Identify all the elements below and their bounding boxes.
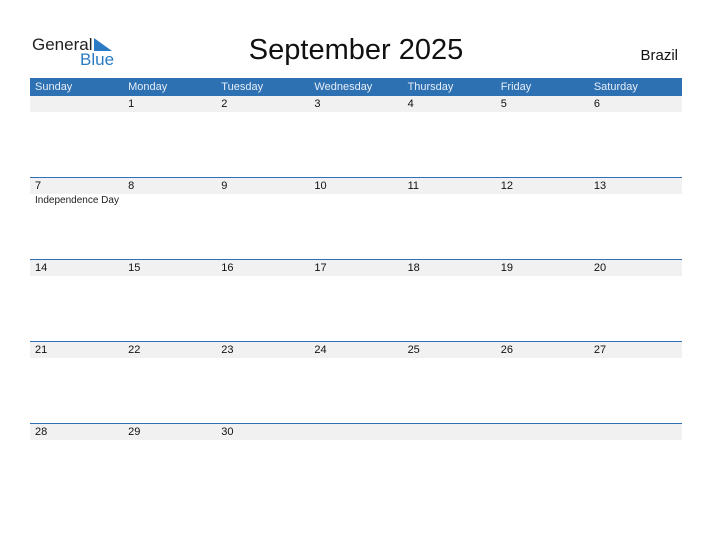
day-number: 3	[314, 98, 321, 110]
holiday-label	[496, 194, 589, 208]
day-number: 23	[221, 344, 234, 356]
day-number-strip: 7 8 9 10 11 12 13	[30, 178, 682, 194]
day-number: 8	[128, 180, 135, 192]
day-number: 6	[593, 98, 600, 110]
week-row: 7 8 9 10 11 12 13 Independence Day	[30, 177, 682, 259]
day-number: 27	[593, 344, 607, 356]
day-number: 10	[314, 180, 327, 192]
day-number: 13	[593, 180, 607, 192]
day-number: 14	[35, 262, 48, 274]
weekday-tuesday: Tuesday	[221, 81, 264, 93]
day-number: 4	[407, 98, 414, 110]
day-number: 30	[221, 426, 234, 438]
day-number: 9	[221, 180, 228, 192]
page-title: September 2025	[248, 34, 464, 66]
day-number: 21	[35, 344, 48, 356]
holiday-label: Independence Day	[35, 195, 119, 206]
weekday-header: Sunday Monday Tuesday Wednesday Thursday…	[30, 78, 682, 96]
week-row: 28 29 30	[30, 423, 682, 505]
holiday-label	[216, 194, 309, 208]
day-number: 26	[500, 344, 513, 356]
holiday-label	[403, 194, 496, 208]
day-number	[589, 424, 682, 440]
week-row: 1 2 3 4 5 6	[30, 96, 682, 177]
day-number: 7	[35, 180, 42, 192]
day-number: 24	[314, 344, 327, 356]
day-number: 18	[407, 262, 420, 274]
events-row: Independence Day	[30, 194, 682, 208]
day-number: 1	[128, 98, 135, 110]
day-number: 5	[500, 98, 507, 110]
weekday-sunday: Sunday	[35, 81, 73, 93]
day-number: 28	[35, 426, 48, 438]
day-number: 22	[128, 344, 141, 356]
day-number: 15	[128, 262, 141, 274]
day-number	[309, 424, 402, 440]
holiday-label	[123, 194, 216, 208]
day-number: 12	[500, 180, 513, 192]
week-row: 21 22 23 24 25 26 27	[30, 341, 682, 423]
day-number: 20	[593, 262, 607, 274]
day-number	[30, 96, 123, 112]
day-number: 29	[128, 426, 141, 438]
day-number: 16	[221, 262, 234, 274]
weekday-friday: Friday	[500, 81, 532, 93]
holiday-label	[309, 194, 402, 208]
day-number: 19	[500, 262, 513, 274]
weekday-thursday: Thursday	[407, 81, 454, 93]
weekday-wednesday: Wednesday	[314, 81, 373, 93]
weekday-saturday: Saturday	[593, 81, 638, 93]
day-number	[403, 424, 496, 440]
day-number-strip: 1 2 3 4 5 6	[30, 96, 682, 112]
day-number: 11	[407, 180, 419, 192]
holiday-label	[589, 194, 682, 208]
country-label: Brazil	[640, 47, 678, 64]
day-number: 2	[221, 98, 228, 110]
day-number: 17	[314, 262, 327, 274]
calendar-grid: Sunday Monday Tuesday Wednesday Thursday…	[30, 78, 682, 505]
day-number-strip: 21 22 23 24 25 26 27	[30, 342, 682, 358]
week-row: 14 15 16 17 18 19 20	[30, 259, 682, 341]
day-number: 25	[407, 344, 420, 356]
day-number	[496, 424, 589, 440]
day-number-strip: 14 15 16 17 18 19 20	[30, 260, 682, 276]
day-number-strip: 28 29 30	[30, 424, 682, 440]
weekday-monday: Monday	[128, 81, 168, 93]
